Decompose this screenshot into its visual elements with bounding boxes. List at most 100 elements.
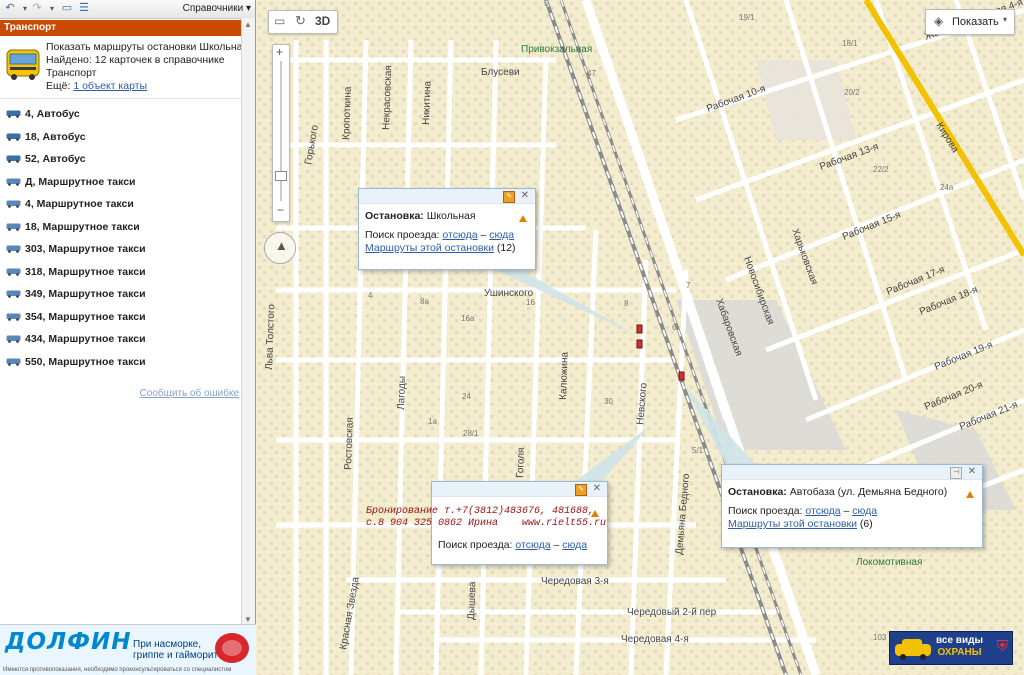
label-lagody: Лагоды bbox=[396, 376, 408, 410]
ad-disclaimer: Имеются противопоказания, необходимо про… bbox=[3, 667, 232, 673]
zoom-in-icon[interactable]: + bbox=[276, 45, 283, 59]
house-number: 24 bbox=[462, 392, 471, 401]
ruler-icon[interactable]: ▭ bbox=[274, 14, 285, 28]
label-nekrasovskaya: Некрасовская bbox=[381, 65, 394, 130]
route-item[interactable]: 434, Маршрутное такси bbox=[0, 328, 255, 351]
scroll-down-icon[interactable]: ▼ bbox=[244, 615, 252, 624]
close-icon[interactable]: ✕ bbox=[593, 482, 601, 495]
zoom-slider-handle[interactable] bbox=[275, 171, 287, 181]
route-item[interactable]: 349, Маршрутное такси bbox=[0, 283, 255, 306]
zoom-out-icon[interactable]: − bbox=[277, 203, 284, 217]
stop-marker[interactable] bbox=[636, 339, 643, 349]
house-number: 19/1 bbox=[739, 13, 755, 22]
ad-logo: ДОЛФИН bbox=[5, 629, 132, 655]
ad-text-line2: гриппе и гайморите bbox=[133, 650, 224, 661]
map-canvas[interactable]: Блусеви Привокзальная Железнодорожная 4-… bbox=[256, 0, 1024, 675]
card-title[interactable]: Показать маршруты остановки Школьная bbox=[46, 41, 252, 54]
product-icon bbox=[215, 633, 249, 663]
bus-icon bbox=[6, 133, 21, 141]
label-gogolya: Гоголя bbox=[515, 447, 527, 478]
forward-icon[interactable]: ↷ bbox=[30, 2, 44, 15]
rotate-icon[interactable]: ↻ bbox=[295, 13, 306, 29]
chevron-down-icon[interactable]: ▾ bbox=[45, 2, 59, 15]
house-number: 5 bbox=[544, 0, 549, 8]
stop-name: Автобаза (ул. Демьяна Бедного) bbox=[789, 486, 948, 498]
bus-icon bbox=[6, 110, 21, 119]
dash: – bbox=[480, 229, 487, 241]
label-cheredovaya-4: Чередовая 4-я bbox=[621, 634, 689, 645]
security-ad[interactable]: все виды ОХРАНЫ ⛨ bbox=[889, 631, 1013, 665]
pin-icon[interactable]: ✎ bbox=[575, 484, 587, 496]
stop-routes-link[interactable]: Маршруты этой остановки bbox=[365, 242, 494, 254]
house-number: 6 bbox=[672, 323, 677, 332]
house-number: 4 bbox=[368, 291, 373, 300]
back-icon[interactable]: ↶ bbox=[3, 2, 17, 15]
compass-icon[interactable]: ▲ bbox=[264, 232, 296, 264]
layout-icon[interactable]: ☰ bbox=[77, 2, 91, 15]
from-here-link[interactable]: отсюда bbox=[515, 539, 550, 551]
route-item[interactable]: 4, Автобус bbox=[0, 103, 255, 126]
close-icon[interactable]: ✕ bbox=[968, 465, 976, 478]
directories-menu[interactable]: Справочники ▾ bbox=[183, 3, 251, 14]
ad-banner[interactable]: ДОЛФИН При насморке, гриппе и гайморите … bbox=[0, 624, 256, 675]
dash: – bbox=[843, 505, 850, 517]
stop-label: Остановка: bbox=[365, 210, 424, 222]
house-number: 16 bbox=[526, 298, 535, 307]
ad-text: При насморке, гриппе и гайморите bbox=[133, 639, 224, 661]
house-number: 30 bbox=[604, 397, 613, 406]
map-view[interactable]: Блусеви Привокзальная Железнодорожная 4-… bbox=[256, 0, 1024, 675]
card-found: Найдено: 12 карточек в справочнике bbox=[46, 54, 225, 66]
from-here-link[interactable]: отсюда bbox=[442, 229, 477, 241]
close-icon[interactable]: ✕ bbox=[521, 189, 529, 202]
left-panel: ↶ ▾ ↷ ▾ ▭ ☰ Справочники ▾ Транспорт Пока… bbox=[0, 0, 256, 675]
label-lva-tolstogo: Льва Толстого bbox=[264, 303, 277, 370]
house-number: 5/1 bbox=[692, 446, 704, 455]
bus-icon bbox=[6, 155, 21, 164]
route-item[interactable]: 52, Автобус bbox=[0, 148, 255, 171]
card-more-link[interactable]: 1 объект карты bbox=[73, 80, 147, 92]
warning-icon[interactable] bbox=[519, 215, 527, 222]
route-label: 303, Маршрутное такси bbox=[25, 243, 146, 256]
3d-button[interactable]: 3D bbox=[315, 14, 330, 28]
to-here-link[interactable]: сюда bbox=[852, 505, 877, 517]
house-number: 20/2 bbox=[844, 88, 860, 97]
route-label: 18, Маршрутное такси bbox=[25, 220, 140, 233]
show-layers-button[interactable]: ◈ Показать ▾ bbox=[925, 9, 1015, 35]
route-item[interactable]: 18, Маршрутное такси bbox=[0, 216, 255, 239]
house-number: 103 bbox=[873, 633, 887, 642]
house-number: 16а bbox=[461, 314, 475, 323]
from-here-link[interactable]: отсюда bbox=[805, 505, 840, 517]
stop-routes-link[interactable]: Маршруты этой остановки bbox=[728, 518, 857, 530]
minibus-icon bbox=[6, 358, 21, 366]
stop-name: Школьная bbox=[426, 210, 476, 222]
route-item[interactable]: Д, Маршрутное такси bbox=[0, 171, 255, 194]
routes-count: (12) bbox=[496, 242, 516, 254]
house-number: 8а bbox=[420, 297, 429, 306]
scroll-up-icon[interactable]: ▲ bbox=[244, 20, 252, 29]
route-label: 318, Маршрутное такси bbox=[25, 265, 146, 278]
route-item[interactable]: 18, Автобус bbox=[0, 126, 255, 149]
print-icon[interactable]: ▭ bbox=[60, 2, 74, 15]
stop-marker[interactable] bbox=[636, 324, 643, 334]
route-label: 550, Маршрутное такси bbox=[25, 355, 146, 368]
route-label: 52, Автобус bbox=[25, 153, 86, 166]
route-item[interactable]: 318, Маршрутное такси bbox=[0, 261, 255, 284]
to-here-link[interactable]: сюда bbox=[489, 229, 514, 241]
route-item[interactable]: 303, Маршрутное такси bbox=[0, 238, 255, 261]
stop-marker[interactable] bbox=[678, 371, 685, 381]
report-error-link[interactable]: Сообщить об ошибке bbox=[140, 388, 239, 399]
route-item[interactable]: 354, Маршрутное такси bbox=[0, 306, 255, 329]
house-number: 1а bbox=[428, 417, 437, 426]
pin-icon[interactable]: ⊣ bbox=[950, 467, 962, 479]
route-item[interactable]: 550, Маршрутное такси bbox=[0, 351, 255, 374]
popup-stop-autobase: ⊣ ✕ Остановка: Автобаза (ул. Демьяна Бедн… bbox=[721, 464, 983, 548]
panel-scrollbar[interactable]: ▲ ▼ bbox=[241, 18, 255, 626]
route-item[interactable]: 4, Маршрутное такси bbox=[0, 193, 255, 216]
section-title: Транспорт bbox=[0, 20, 255, 36]
pin-icon[interactable]: ✎ bbox=[503, 191, 515, 203]
chevron-down-icon: ▾ bbox=[1002, 15, 1007, 24]
zoom-control: + − bbox=[272, 44, 290, 222]
minibus-icon bbox=[6, 335, 21, 344]
to-here-link[interactable]: сюда bbox=[562, 539, 587, 551]
warning-icon[interactable] bbox=[966, 491, 974, 498]
